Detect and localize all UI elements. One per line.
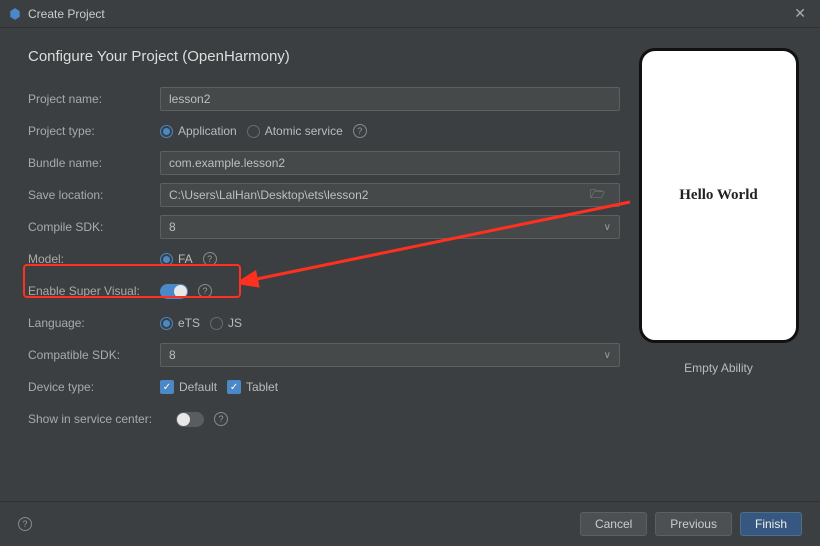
- device-default-checkbox[interactable]: ✓Default: [160, 380, 217, 394]
- help-icon[interactable]: ?: [18, 517, 32, 531]
- preview-area: Hello World Empty Ability: [635, 36, 820, 501]
- model-fa-radio[interactable]: FA: [160, 252, 193, 266]
- device-tablet-checkbox[interactable]: ✓Tablet: [227, 380, 278, 394]
- device-type-label: Device type:: [28, 380, 160, 394]
- save-location-label: Save location:: [28, 188, 160, 202]
- preview-caption: Empty Ability: [684, 361, 753, 375]
- checkbox-label: Tablet: [246, 380, 278, 394]
- show-in-service-label: Show in service center:: [28, 412, 176, 426]
- radio-label: Atomic service: [265, 124, 343, 138]
- project-name-input[interactable]: [160, 87, 620, 111]
- radio-label: eTS: [178, 316, 200, 330]
- footer: ? Cancel Previous Finish: [0, 501, 820, 546]
- compatible-sdk-select[interactable]: 8 ∨: [160, 343, 620, 367]
- page-title: Configure Your Project (OpenHarmony): [28, 48, 635, 65]
- radio-label: JS: [228, 316, 242, 330]
- radio-label: Application: [178, 124, 237, 138]
- folder-icon[interactable]: 🗁: [590, 185, 605, 206]
- cancel-button[interactable]: Cancel: [580, 512, 647, 536]
- window-title: Create Project: [28, 7, 105, 21]
- language-label: Language:: [28, 316, 160, 330]
- help-icon[interactable]: ?: [203, 252, 217, 266]
- app-icon: [8, 7, 22, 21]
- enable-super-visual-toggle[interactable]: [160, 284, 188, 299]
- model-label: Model:: [28, 252, 160, 266]
- titlebar: Create Project ✕: [0, 0, 820, 28]
- close-icon[interactable]: ✕: [788, 3, 812, 24]
- finish-button[interactable]: Finish: [740, 512, 802, 536]
- radio-label: FA: [178, 252, 193, 266]
- save-location-value: C:\Users\LalHan\Desktop\ets\lesson2: [169, 188, 368, 202]
- previous-button[interactable]: Previous: [655, 512, 732, 536]
- bundle-name-label: Bundle name:: [28, 156, 160, 170]
- compile-sdk-select[interactable]: 8 ∨: [160, 215, 620, 239]
- project-type-application-radio[interactable]: Application: [160, 124, 237, 138]
- compile-sdk-value: 8: [169, 220, 176, 234]
- compatible-sdk-label: Compatible SDK:: [28, 348, 160, 362]
- save-location-input[interactable]: C:\Users\LalHan\Desktop\ets\lesson2 🗁: [160, 183, 620, 207]
- chevron-down-icon: ∨: [604, 222, 611, 233]
- preview-phone: Hello World: [639, 48, 799, 343]
- project-name-label: Project name:: [28, 92, 160, 106]
- compatible-sdk-value: 8: [169, 348, 176, 362]
- chevron-down-icon: ∨: [604, 350, 611, 361]
- help-icon[interactable]: ?: [353, 124, 367, 138]
- help-icon[interactable]: ?: [214, 412, 228, 426]
- enable-super-visual-label: Enable Super Visual:: [28, 284, 160, 298]
- preview-text: Hello World: [679, 187, 757, 204]
- checkbox-label: Default: [179, 380, 217, 394]
- language-ets-radio[interactable]: eTS: [160, 316, 200, 330]
- bundle-name-input[interactable]: [160, 151, 620, 175]
- project-type-label: Project type:: [28, 124, 160, 138]
- compile-sdk-label: Compile SDK:: [28, 220, 160, 234]
- language-js-radio[interactable]: JS: [210, 316, 242, 330]
- form-area: Configure Your Project (OpenHarmony) Pro…: [0, 36, 635, 501]
- project-type-atomic-radio[interactable]: Atomic service: [247, 124, 343, 138]
- help-icon[interactable]: ?: [198, 284, 212, 298]
- show-in-service-toggle[interactable]: [176, 412, 204, 427]
